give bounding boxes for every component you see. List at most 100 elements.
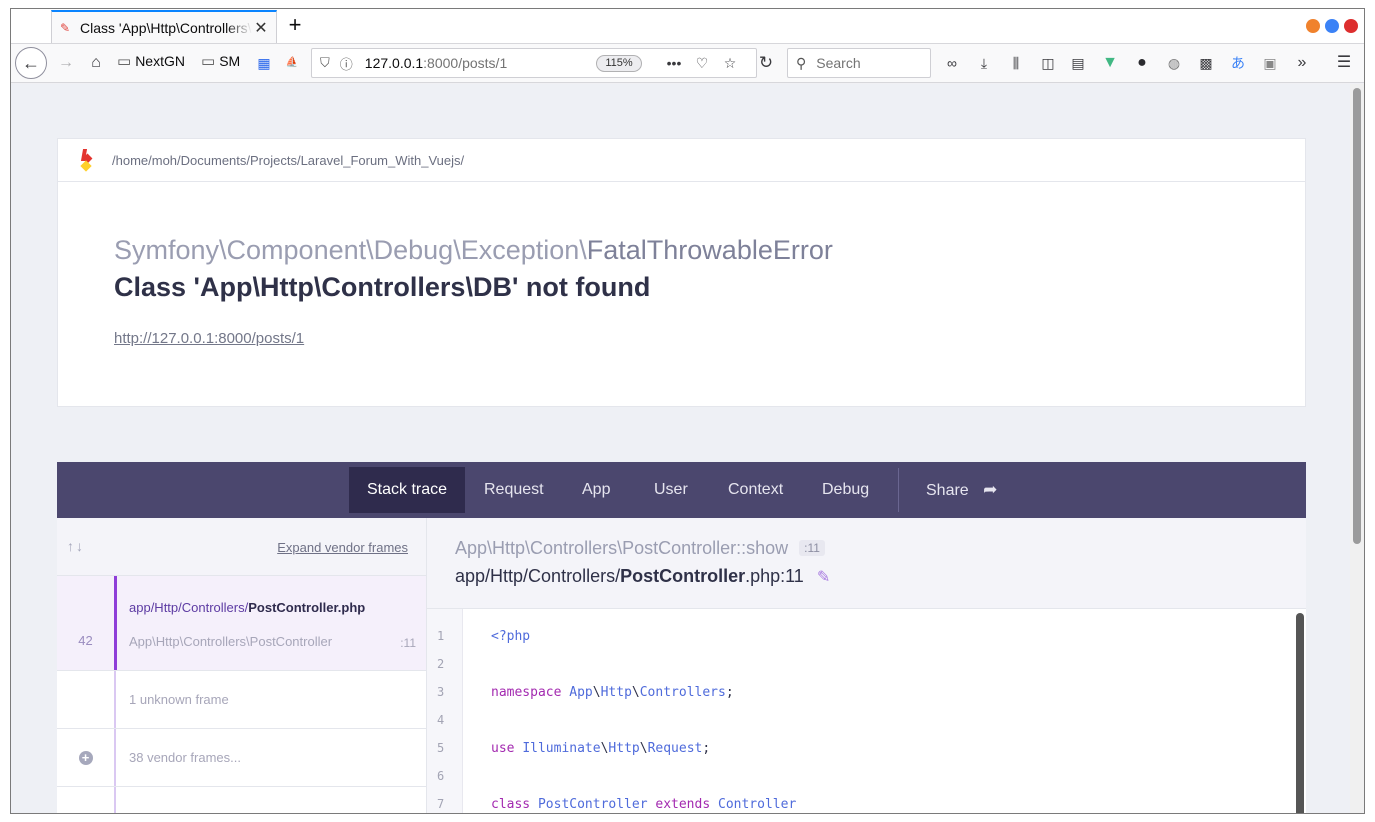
extension-k-icon[interactable]: ▣ (1259, 52, 1281, 74)
exception-class-name: FatalThrowableError (586, 235, 833, 265)
frame-method: App\Http\Controllers\PostController::sho… (455, 538, 825, 559)
tab-separator (898, 468, 899, 512)
frame-path: app/Http/Controllers/PostController.php:… (455, 566, 831, 586)
laravel-favicon-icon: ✎ (60, 20, 71, 35)
expand-vendor-frames-link[interactable]: Expand vendor frames (277, 540, 408, 555)
apps-grid-icon[interactable]: ▦ (253, 52, 275, 74)
frames-header: ↑↓ Expand vendor frames (57, 518, 426, 576)
sidebar-icon[interactable]: ◫ (1037, 52, 1059, 74)
tab-stack-trace[interactable]: Stack trace (349, 467, 466, 513)
tab-debug[interactable]: Debug (804, 467, 887, 513)
code-line: 7 class PostController extends Controller (427, 793, 1306, 813)
phpmyadmin-icon[interactable]: ⛵ (281, 52, 303, 74)
vendor-frames-label: 38 vendor frames... (129, 750, 241, 765)
search-input[interactable]: ⚲ Search (787, 48, 931, 78)
overflow-chevron-icon[interactable]: » (1291, 52, 1313, 74)
globe-icon[interactable]: ◍ (1163, 52, 1185, 74)
pocket-icon[interactable]: ♡ (691, 52, 713, 74)
nav-toolbar: ← → ⌂ ▭ NextGN ▭ SM ▦ ⛵ ⛉ ⓘ 127.0.0.1:80… (11, 43, 1364, 83)
error-panel: Stack trace Request App User Context Deb… (57, 462, 1306, 813)
code-text: <?php (491, 629, 531, 644)
scrollbar-thumb[interactable] (1353, 88, 1361, 544)
home-icon[interactable]: ⌂ (85, 48, 107, 78)
code-line: 5 use Illuminate\Http\Request; (427, 737, 1306, 765)
line-number: 5 (437, 741, 445, 755)
back-button[interactable]: ← (15, 47, 47, 79)
edit-pencil-icon[interactable]: ✎ (817, 569, 830, 586)
frame-class: App\Http\Controllers\PostController (129, 634, 333, 649)
vue-devtools-icon[interactable]: ▼ (1099, 52, 1121, 74)
maximize-dot[interactable] (1325, 19, 1339, 33)
tab-share[interactable]: Share ➦ (908, 467, 1015, 513)
browser-tab[interactable]: ✎ Class 'App\Http\Controllers\DB' not fo… (51, 10, 277, 43)
code-line: 6 (427, 765, 1306, 793)
exception-message: Class 'App\Http\Controllers\DB' not foun… (114, 272, 651, 302)
frame-line: :11 (400, 636, 416, 650)
expand-plus-icon[interactable]: + (78, 751, 93, 765)
shield-icon[interactable]: ⛉ (320, 55, 330, 71)
card-header: /home/moh/Documents/Projects/Laravel_For… (58, 139, 1305, 182)
reader-icon[interactable]: ▤ (1067, 52, 1089, 74)
tab-title: Class 'App\Http\Controllers\DB' not foun… (80, 19, 252, 36)
bookmark-label: SM (219, 53, 241, 69)
stack-frame-selected[interactable]: 42 app/Http/Controllers/PostController.p… (57, 576, 426, 671)
tab-request[interactable]: Request (466, 467, 562, 513)
sort-arrows-icon[interactable]: ↑↓ (67, 538, 85, 554)
close-dot[interactable] (1344, 19, 1358, 33)
panel-tabs: Stack trace Request App User Context Deb… (57, 462, 1306, 518)
exception-card: /home/moh/Documents/Projects/Laravel_For… (57, 138, 1306, 407)
search-placeholder: Search (816, 55, 861, 71)
qr-code-icon[interactable]: ▩ (1195, 52, 1217, 74)
code-line: 2 (427, 653, 1306, 681)
reload-icon[interactable]: ↻ (755, 52, 777, 74)
request-url-link[interactable]: http://127.0.0.1:8000/posts/1 (114, 330, 304, 347)
code-line: 3 namespace App\Http\Controllers; (427, 681, 1306, 709)
line-number: 7 (437, 797, 445, 811)
page-content: /home/moh/Documents/Projects/Laravel_For… (11, 84, 1352, 813)
share-arrow-icon: ➦ (983, 480, 998, 499)
minimize-dot[interactable] (1306, 19, 1320, 33)
new-tab-button[interactable]: + (283, 14, 307, 38)
forward-button[interactable]: → (55, 48, 77, 78)
stack-frame-vendor[interactable]: + 38 vendor frames... (57, 729, 426, 787)
line-number: 6 (437, 769, 445, 783)
frame-detail-header: App\Http\Controllers\PostController::sho… (427, 518, 1306, 609)
tab-app[interactable]: App (564, 467, 628, 513)
line-badge: :11 (799, 540, 825, 556)
frame-detail: App\Http\Controllers\PostController::sho… (427, 518, 1306, 813)
page-actions-icon[interactable]: ••• (663, 52, 685, 74)
zoom-badge[interactable]: 115% (596, 55, 642, 72)
tab-user[interactable]: User (636, 467, 706, 513)
frame-file: app/Http/Controllers/PostController.php (129, 600, 366, 615)
code-text: namespace App\Http\Controllers; (491, 685, 734, 700)
tab-context[interactable]: Context (710, 467, 801, 513)
bookmark-label: NextGN (135, 53, 185, 69)
browser-window: ✎ Class 'App\Http\Controllers\DB' not fo… (10, 8, 1365, 814)
info-icon[interactable]: ⓘ (340, 54, 353, 73)
bookmark-nextgn[interactable]: ▭ NextGN (117, 52, 185, 70)
translate-icon[interactable]: あ (1227, 52, 1249, 74)
code-viewer: 1 <?php 2 3 namespace App\Http\Controllers; 4… (427, 609, 1306, 813)
close-tab-icon[interactable]: ✕ (252, 18, 270, 38)
stack-frames-list: ↑↓ Expand vendor frames 42 app/Http/Cont… (57, 518, 427, 813)
bookmark-star-icon[interactable]: ☆ (719, 52, 741, 74)
extension-sm-icon[interactable]: ● (1131, 52, 1153, 74)
line-number: 4 (437, 713, 445, 727)
download-icon[interactable]: ⤓ (973, 52, 995, 74)
exception-class: Symfony\Component\Debug\Exception\FatalT… (114, 235, 833, 266)
stack-frame-next[interactable] (57, 787, 426, 813)
share-label: Share (926, 482, 969, 499)
bookmark-sm[interactable]: ▭ SM (201, 52, 240, 70)
window-controls (1306, 19, 1358, 33)
page-scrollbar[interactable] (1350, 84, 1364, 813)
frame-indicator (114, 576, 117, 670)
mask-icon[interactable]: ∞ (941, 52, 963, 74)
project-path: /home/moh/Documents/Projects/Laravel_For… (112, 152, 465, 168)
hamburger-menu-icon[interactable]: ☰ (1333, 52, 1355, 74)
folder-icon: ▭ (117, 53, 132, 70)
folder-icon: ▭ (201, 53, 216, 70)
exception-namespace: Symfony\Component\Debug\Exception\ (114, 235, 587, 265)
library-icon[interactable]: ⫼ (1005, 52, 1027, 74)
stack-frame-unknown[interactable]: 1 unknown frame (57, 671, 426, 729)
url-path: :8000/posts/1 (423, 55, 508, 71)
